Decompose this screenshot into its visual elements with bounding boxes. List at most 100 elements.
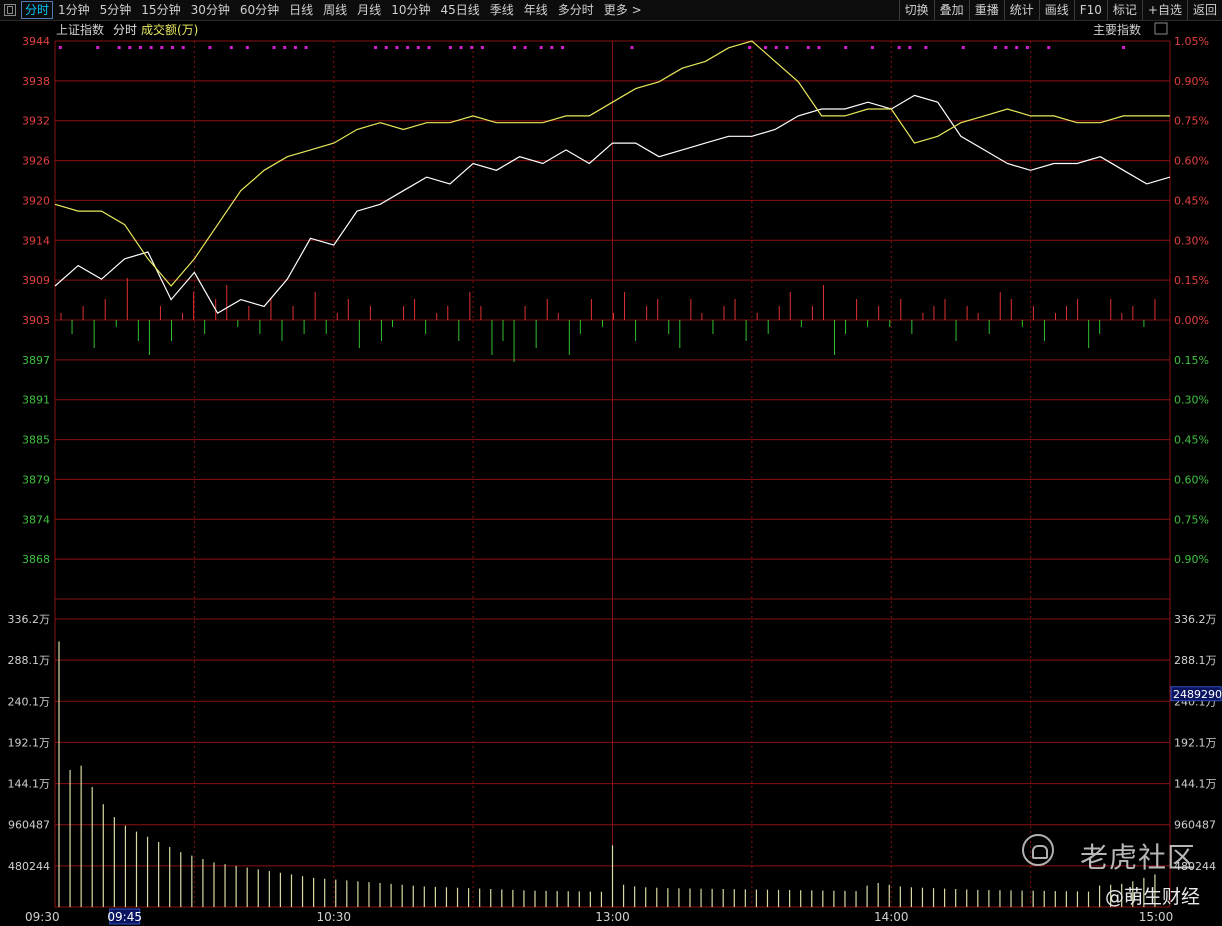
period-tab-13[interactable]: 多分时	[553, 0, 599, 20]
signal-marker	[245, 46, 249, 49]
signal-marker	[539, 46, 543, 49]
action-button-1[interactable]: 叠加	[933, 0, 969, 20]
volume-tick-left: 288.1万	[8, 654, 51, 667]
signal-marker	[448, 46, 452, 49]
price-tick-label: 3944	[22, 35, 50, 48]
period-tab-4[interactable]: 30分钟	[186, 0, 235, 20]
pct-tick-label: 0.00%	[1174, 314, 1209, 327]
signal-marker	[870, 46, 874, 49]
signal-marker	[416, 46, 420, 49]
tiger-logo-icon	[1022, 834, 1054, 866]
period-tab-12[interactable]: 年线	[519, 0, 553, 20]
signal-marker	[1015, 46, 1019, 49]
signal-marker	[774, 46, 778, 49]
signal-marker	[523, 46, 527, 49]
signal-marker	[406, 46, 410, 49]
pct-tick-label: 0.30%	[1174, 234, 1209, 247]
time-label: 14:00	[874, 910, 909, 924]
signal-marker	[1122, 46, 1126, 49]
indicator-button[interactable]: 主要指数	[1093, 22, 1141, 37]
signal-marker	[512, 46, 516, 49]
price-tick-label: 3897	[22, 354, 50, 367]
signal-marker	[384, 46, 388, 49]
price-tick-label: 3903	[22, 314, 50, 327]
action-button-3[interactable]: 统计	[1003, 0, 1039, 20]
panel-icon[interactable]	[1154, 22, 1168, 35]
signal-marker	[293, 46, 297, 49]
signal-marker	[427, 46, 431, 49]
signal-marker	[160, 46, 164, 49]
volume-tick-right: 192.1万	[1174, 736, 1217, 749]
signal-marker	[897, 46, 901, 49]
grid-lines	[54, 40, 1171, 908]
action-button-2[interactable]: 重播	[968, 0, 1004, 20]
period-tab-3[interactable]: 15分钟	[136, 0, 185, 20]
period-tab-5[interactable]: 60分钟	[235, 0, 284, 20]
period-tab-9[interactable]: 10分钟	[386, 0, 435, 20]
signal-marker	[993, 46, 997, 49]
price-tick-label: 3926	[22, 155, 50, 168]
volume-tick-right: 336.2万	[1174, 613, 1217, 626]
period-tab-2[interactable]: 5分钟	[95, 0, 137, 20]
signal-marker	[844, 46, 848, 49]
signal-marker	[630, 46, 634, 49]
period-tab-7[interactable]: 周线	[318, 0, 352, 20]
pct-tick-label: 0.75%	[1174, 513, 1209, 526]
time-label: 13:00	[595, 910, 630, 924]
signal-markers	[58, 46, 1126, 49]
action-button-5[interactable]: F10	[1073, 0, 1107, 20]
signal-marker	[961, 46, 965, 49]
index-name: 上证指数	[56, 22, 104, 37]
signal-marker	[138, 46, 142, 49]
price-tick-label: 3909	[22, 274, 50, 287]
signal-marker	[96, 46, 100, 49]
period-tab-0[interactable]: 分时	[21, 1, 54, 19]
signal-marker	[374, 46, 378, 49]
signal-marker	[171, 46, 175, 49]
signal-marker	[924, 46, 928, 49]
signal-marker	[561, 46, 565, 49]
signal-marker	[459, 46, 463, 49]
volume-title: 成交额(万)	[141, 22, 198, 37]
volume-bars	[58, 641, 1156, 907]
period-tab-14[interactable]: 更多 >	[599, 0, 647, 20]
signal-marker	[1004, 46, 1008, 49]
price-tick-label: 3914	[22, 234, 50, 247]
price-tick-label: 3868	[22, 553, 50, 566]
pct-tick-label: 0.45%	[1174, 194, 1209, 207]
action-button-6[interactable]: 标记	[1106, 0, 1142, 20]
signal-marker	[272, 46, 276, 49]
action-button-8[interactable]: 返回	[1186, 0, 1222, 20]
period-toolbar: 分时 1分钟 5分钟 15分钟 30分钟 60分钟 日线 周线 月线 10分钟 45日线 季线 年线 多分…	[0, 0, 1222, 21]
volume-readout: 2489290	[1173, 688, 1222, 701]
period-tab-1[interactable]: 1分钟	[53, 0, 95, 20]
intraday-chart: 3944 1.05% 3938 0.90% 3932 0.75% 3926 0.60% 3920…	[8, 22, 1222, 925]
action-button-7[interactable]: +自选	[1141, 0, 1187, 20]
chart-header: 上证指数 分时 成交额(万) 主要指数	[56, 22, 1168, 37]
volume-tick-left: 480244	[8, 860, 50, 873]
pct-tick-label: 0.30%	[1174, 394, 1209, 407]
pct-tick-label: 0.90%	[1174, 75, 1209, 88]
period-tab-6[interactable]: 日线	[284, 0, 318, 20]
signal-marker	[806, 46, 810, 49]
action-button-4[interactable]: 画线	[1038, 0, 1074, 20]
price-tick-label: 3938	[22, 75, 50, 88]
pct-tick-label: 0.60%	[1174, 155, 1209, 168]
action-button-0[interactable]: 切换	[898, 0, 934, 20]
signal-marker	[550, 46, 554, 49]
pct-tick-label: 0.75%	[1174, 115, 1209, 128]
signal-marker	[395, 46, 399, 49]
volume-tick-left: 144.1万	[8, 778, 51, 791]
period-tab-11[interactable]: 季线	[485, 0, 519, 20]
signal-marker	[181, 46, 185, 49]
signal-marker	[785, 46, 789, 49]
pct-tick-label: 1.05%	[1174, 35, 1209, 48]
period-tab-8[interactable]: 月线	[352, 0, 386, 20]
signal-marker	[1025, 46, 1029, 49]
volume-tick-left: 240.1万	[8, 695, 51, 708]
volume-tick-right: 960487	[1174, 819, 1216, 832]
period-tab-10[interactable]: 45日线	[435, 0, 484, 20]
price-tick-label: 3891	[22, 394, 50, 407]
panel-toggle-icon[interactable]	[4, 4, 16, 16]
watermark-author: @萌生财经	[1104, 886, 1200, 908]
